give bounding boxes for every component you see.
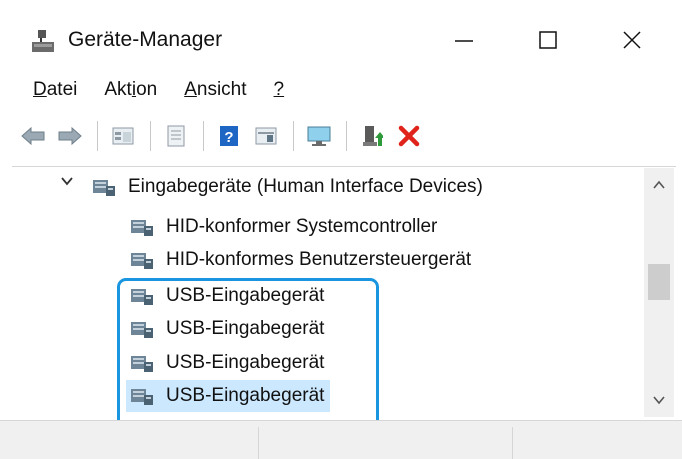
hid-device-icon xyxy=(131,220,153,236)
uninstall-icon xyxy=(398,125,420,147)
forward-arrow-icon xyxy=(58,126,82,146)
document-icon xyxy=(167,125,185,147)
update-driver-icon xyxy=(363,126,383,146)
hid-category-icon xyxy=(93,180,115,196)
menu-datei[interactable]: Datei xyxy=(33,79,77,101)
toolbar-separator xyxy=(150,121,151,151)
scan-hardware-button[interactable] xyxy=(304,121,334,151)
toolbar-separator xyxy=(203,121,204,151)
chevron-down-icon[interactable] xyxy=(60,174,74,188)
scroll-up-icon[interactable] xyxy=(652,178,666,192)
vertical-scrollbar[interactable] xyxy=(644,168,674,417)
title-bar: Geräte-Manager xyxy=(0,0,682,82)
tree-category-hid[interactable]: Eingabegeräte (Human Interface Devices) xyxy=(92,171,483,203)
update-driver-button[interactable] xyxy=(357,121,387,151)
highlight-outline xyxy=(117,278,379,434)
menu-datei-label: atei xyxy=(46,79,78,100)
monitor-icon xyxy=(307,126,331,146)
view-icon xyxy=(255,127,277,145)
hid-device-icon xyxy=(131,253,153,269)
menu-aktion-label-pre: Akt xyxy=(104,79,132,100)
tree-item-label: HID-konformer Systemcontroller xyxy=(166,216,438,237)
toolbar-separator xyxy=(97,121,98,151)
tree-item-label: HID-konformes Benutzersteuergerät xyxy=(166,249,472,270)
close-button[interactable] xyxy=(608,20,656,60)
view-button[interactable] xyxy=(251,121,281,151)
maximize-icon xyxy=(539,31,557,49)
menu-bar: Datei Aktion Ansicht ? xyxy=(0,74,682,106)
forward-button[interactable] xyxy=(55,121,85,151)
help-button[interactable]: ? xyxy=(214,121,244,151)
status-separator xyxy=(258,427,259,459)
tree-category-label: Eingabegeräte (Human Interface Devices) xyxy=(128,176,483,197)
menu-help-mnemonic: ? xyxy=(273,79,285,100)
minimize-button[interactable] xyxy=(440,20,488,60)
help-icon: ? xyxy=(220,126,238,146)
back-button[interactable] xyxy=(18,121,48,151)
status-bar xyxy=(0,420,682,459)
tree-item[interactable]: HID-konformer Systemcontroller xyxy=(130,211,437,243)
scroll-down-icon[interactable] xyxy=(652,393,666,407)
toolbar-separator xyxy=(293,121,294,151)
menu-ansicht-mnemonic: A xyxy=(184,79,197,100)
menu-ansicht[interactable]: Ansicht xyxy=(184,79,246,101)
close-icon xyxy=(623,31,641,49)
svg-text:?: ? xyxy=(224,129,233,146)
menu-ansicht-label: nsicht xyxy=(196,79,247,100)
minimize-icon xyxy=(455,40,473,42)
toolbar-separator xyxy=(346,121,347,151)
menu-datei-mnemonic: D xyxy=(33,79,47,100)
properties-icon xyxy=(112,127,134,145)
menu-help[interactable]: ? xyxy=(274,79,285,101)
scrollbar-thumb[interactable] xyxy=(648,264,670,300)
tree-item[interactable]: HID-konformes Benutzersteuergerät xyxy=(130,244,471,276)
device-manager-app-icon xyxy=(32,30,54,52)
back-arrow-icon xyxy=(21,126,45,146)
menu-aktion[interactable]: Aktion xyxy=(104,79,157,101)
status-separator xyxy=(512,427,513,459)
maximize-button[interactable] xyxy=(524,20,572,60)
uninstall-button[interactable] xyxy=(394,121,424,151)
toolbar: ? xyxy=(0,116,682,156)
document-button[interactable] xyxy=(161,121,191,151)
menu-aktion-label: on xyxy=(136,79,158,100)
window-title: Geräte-Manager xyxy=(68,28,223,51)
properties-button[interactable] xyxy=(108,121,138,151)
